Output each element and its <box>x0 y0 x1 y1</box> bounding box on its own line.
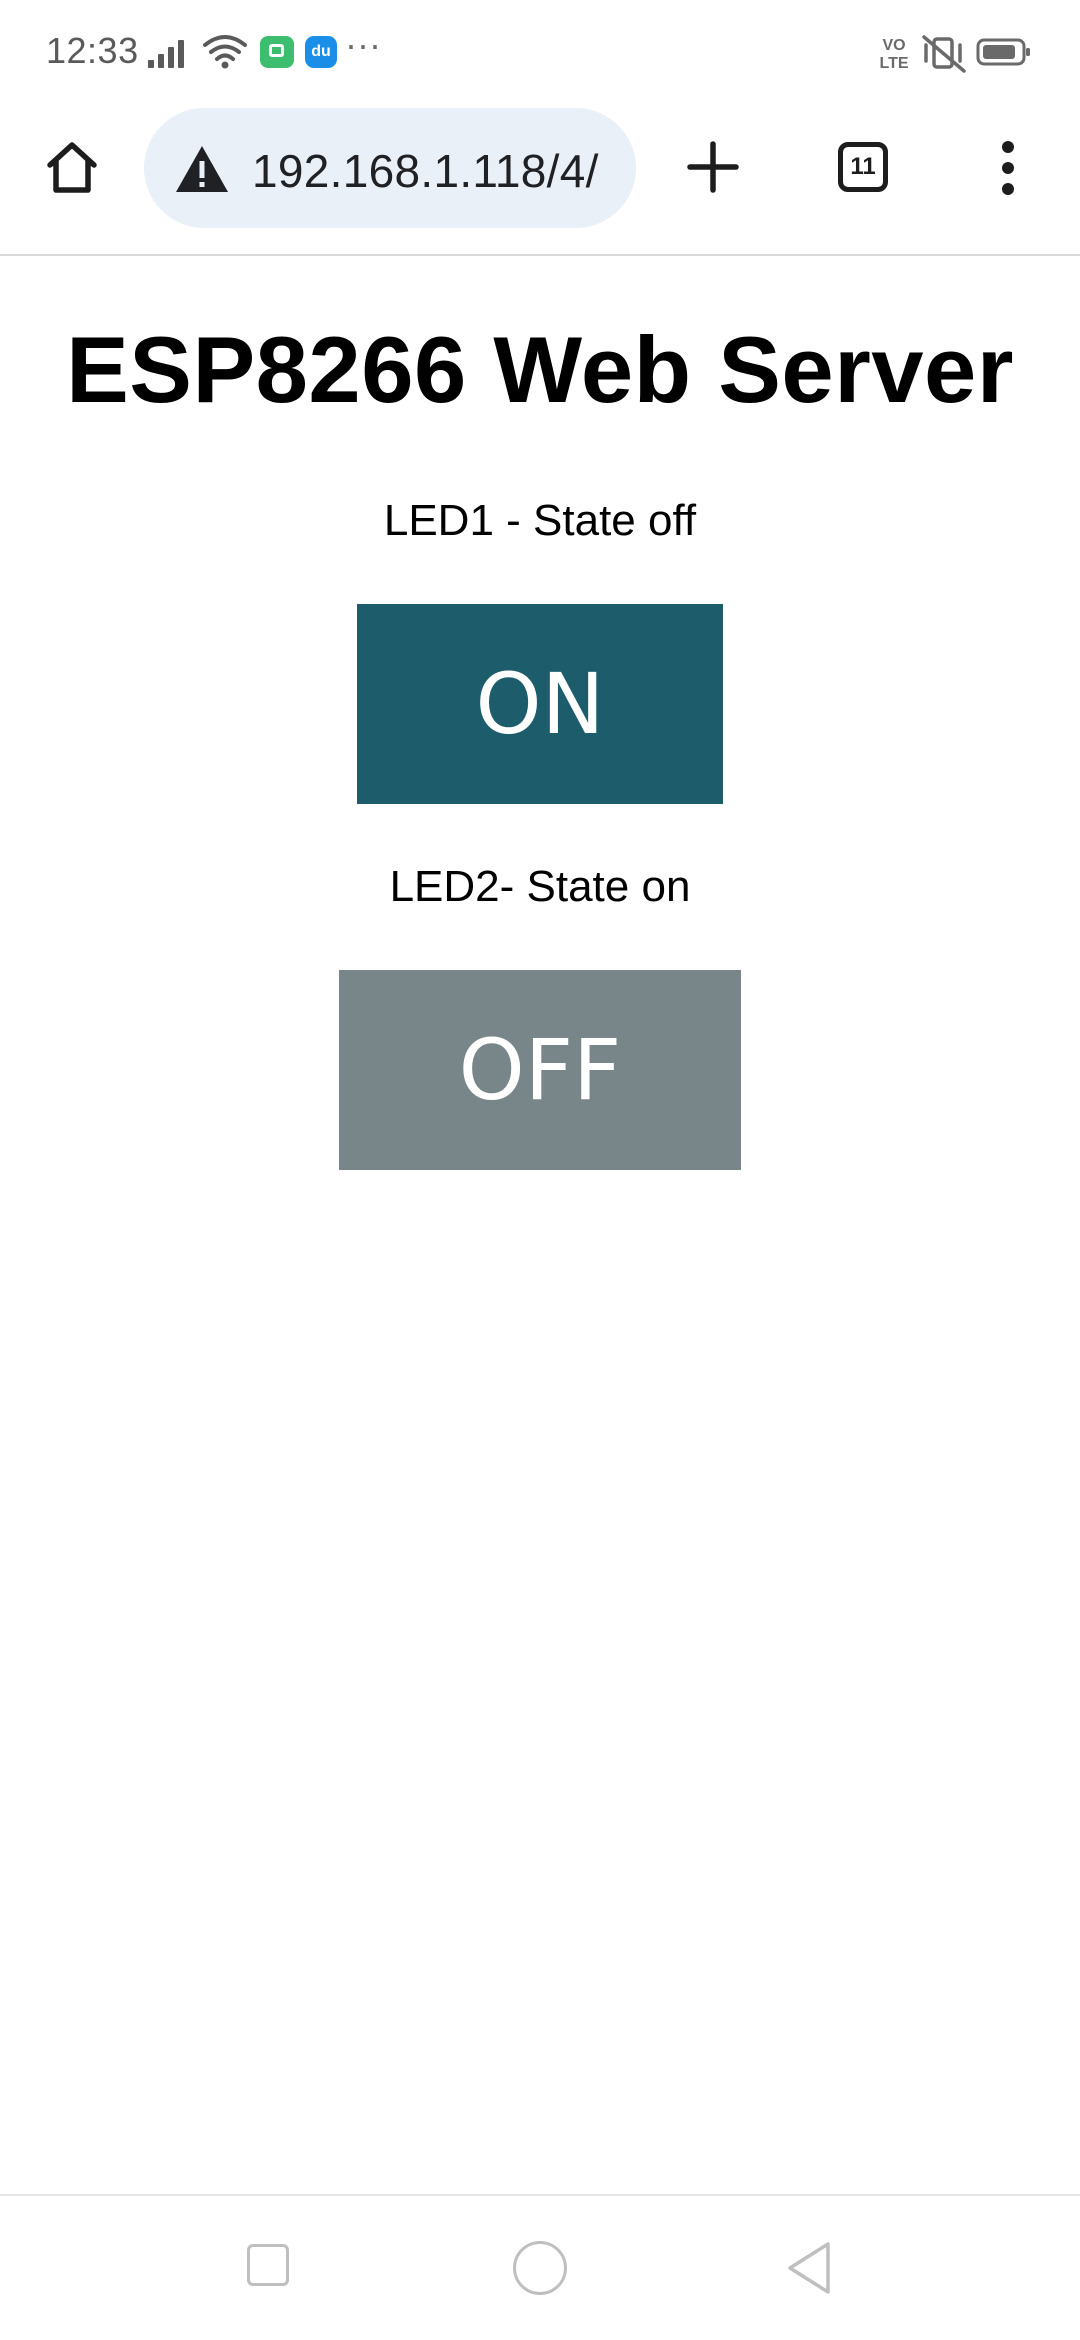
back-icon[interactable] <box>784 2240 834 2296</box>
status-time: 12:33 <box>46 30 139 71</box>
navigation-bar <box>0 2194 1080 2340</box>
svg-text:LTE: LTE <box>879 55 908 72</box>
url-text[interactable]: 192.168.1.118/4/ <box>252 144 599 198</box>
more-icon: ··· <box>345 24 381 65</box>
address-bar[interactable]: 192.168.1.118/4/ <box>144 108 636 228</box>
led2-state-text: LED2- State on <box>389 862 691 911</box>
screen: 12:33 du ··· VO LTE 192.168.1.118/4/ 11 … <box>0 0 1080 2340</box>
page-title: ESP8266 Web Server <box>66 317 1014 422</box>
web-page: ESP8266 Web Server LED1 - State off ON L… <box>0 256 1080 2194</box>
volte-icon: VO LTE <box>879 37 908 72</box>
home-icon[interactable] <box>42 138 102 198</box>
led1-on-button[interactable]: ON <box>357 604 723 804</box>
browser-toolbar: 192.168.1.118/4/ 11 <box>0 100 1080 256</box>
led2-off-button[interactable]: OFF <box>339 970 741 1170</box>
home-circle-icon[interactable] <box>513 2241 567 2295</box>
recents-icon[interactable] <box>247 2244 289 2286</box>
warning-icon[interactable] <box>174 144 230 194</box>
signal-icon <box>148 40 184 68</box>
status-bar: 12:33 du ··· VO LTE <box>0 0 1080 100</box>
wifi-icon <box>203 35 247 69</box>
new-tab-icon[interactable] <box>686 140 740 194</box>
vibrate-mute-icon <box>922 35 966 73</box>
battery-icon <box>976 38 1030 66</box>
tab-switcher-icon[interactable]: 11 <box>838 142 888 192</box>
app-icon: du <box>305 36 337 68</box>
led1-state-text: LED1 - State off <box>383 496 697 545</box>
message-icon <box>260 36 294 68</box>
menu-icon[interactable] <box>998 140 1018 196</box>
svg-text:VO: VO <box>882 37 905 54</box>
